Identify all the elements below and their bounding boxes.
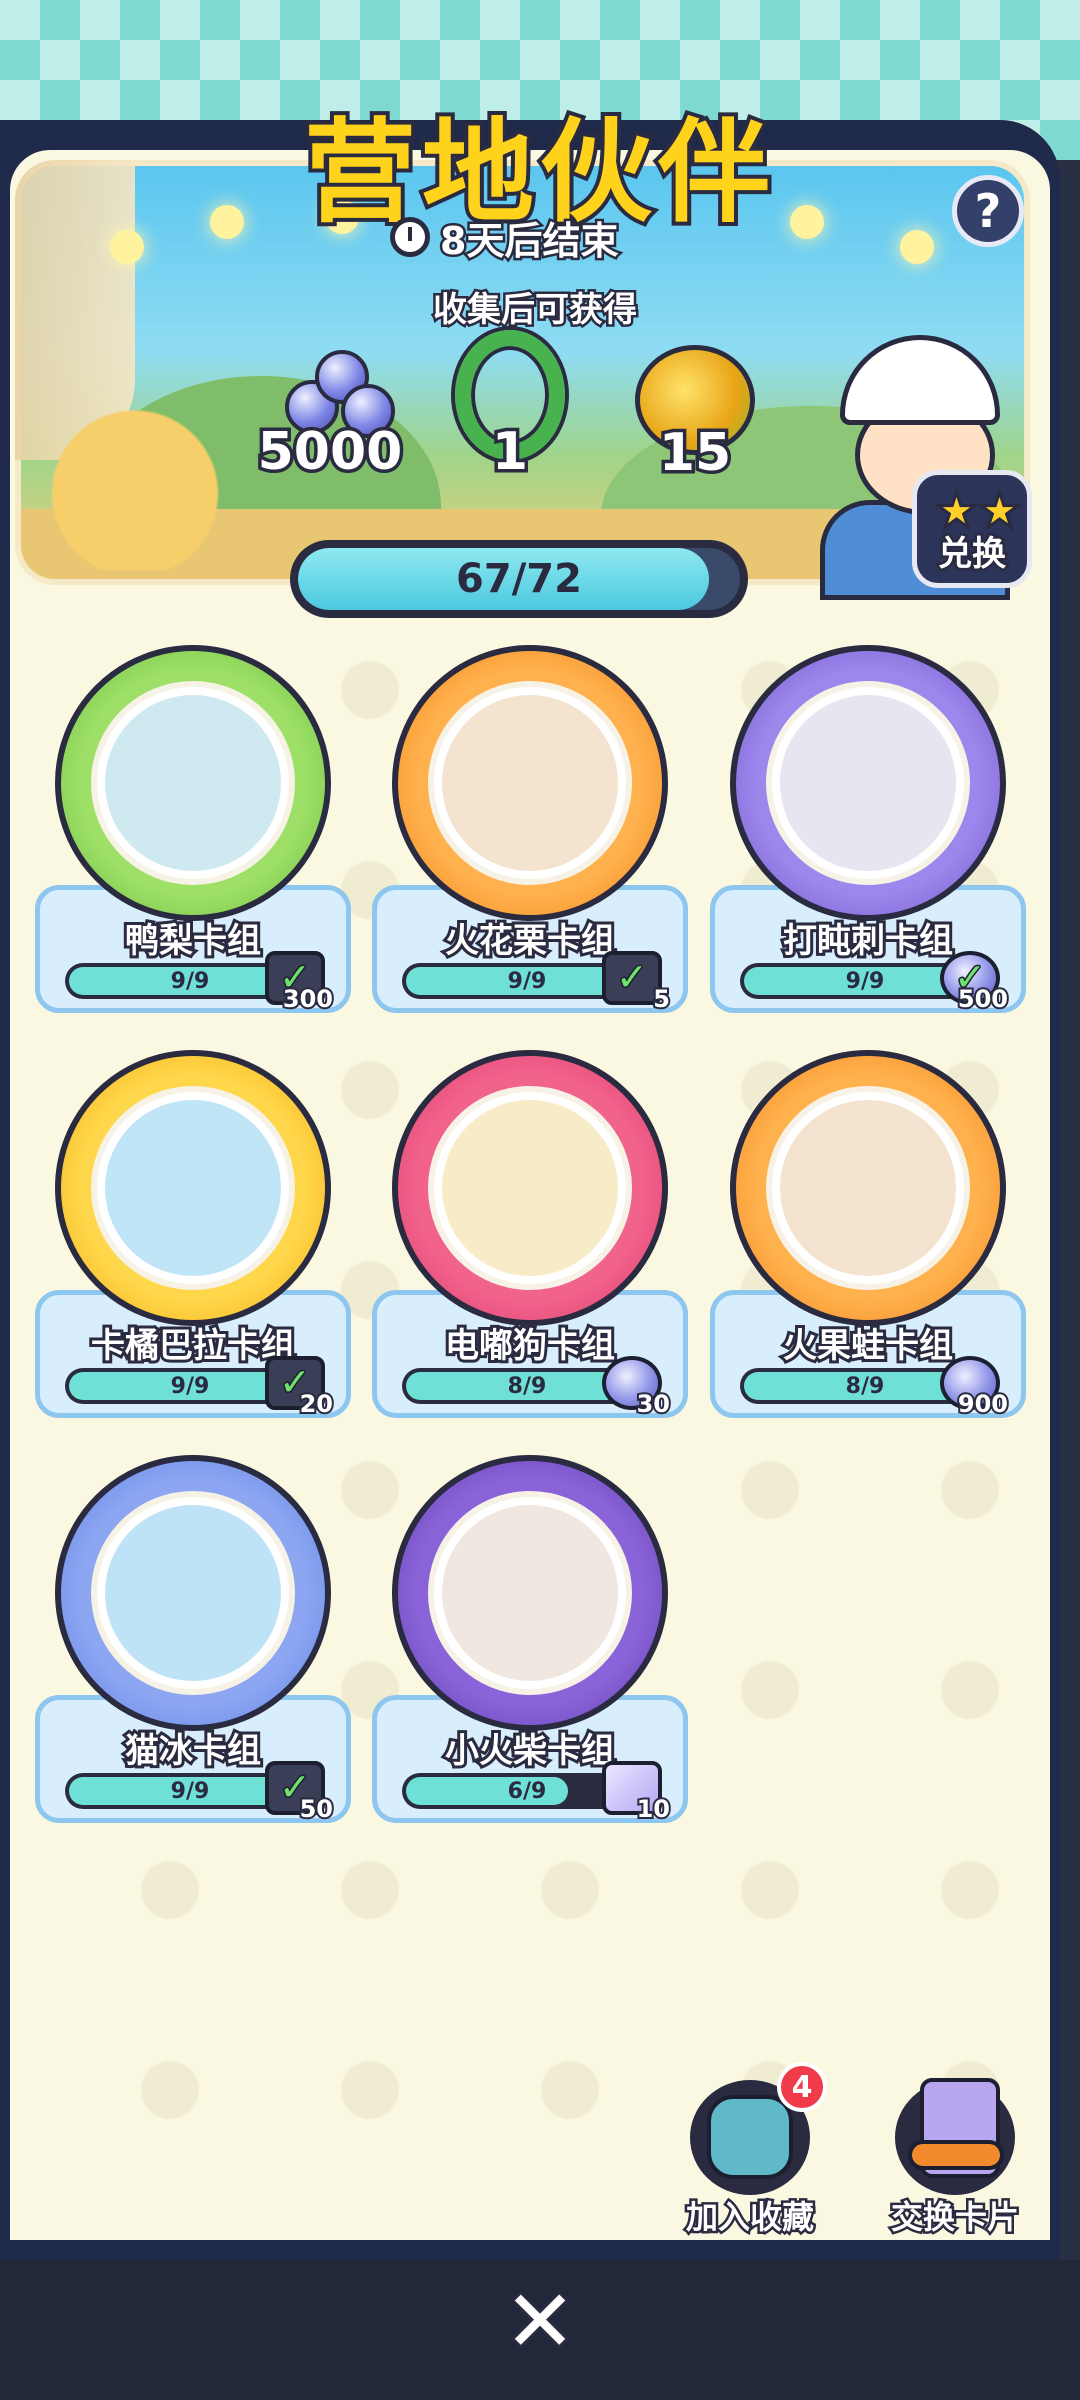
card-set-reward: ✓ 500	[932, 949, 1010, 1015]
card-set-emblem	[392, 1050, 668, 1326]
timer-text: 8天后结束	[437, 216, 620, 265]
trade-cards-label: 交换卡片	[888, 2196, 1021, 2239]
card-set[interactable]: 火果蛙卡组 8/9 900	[710, 1050, 1026, 1430]
add-to-collection-label: 加入收藏	[683, 2196, 816, 2239]
character-art	[780, 1100, 956, 1276]
reward-gems: 5000	[254, 350, 406, 490]
character-art	[105, 695, 281, 871]
help-button[interactable]: ?	[952, 175, 1024, 247]
hamster-mascot	[30, 400, 240, 570]
clock-icon	[390, 217, 430, 257]
collection-notification-badge: 4	[777, 2062, 827, 2112]
exchange-button[interactable]: ★★ 兑换	[912, 470, 1032, 588]
character-art	[442, 1100, 618, 1276]
card-set-reward: ✓ 300	[257, 949, 335, 1015]
card-set[interactable]: 火花栗卡组 9/9 ✓ 5	[372, 645, 688, 1025]
card-set[interactable]: 卡橘巴拉卡组 9/9 ✓ 20	[35, 1050, 351, 1430]
reward-fruit: 15	[625, 335, 765, 490]
card-set-emblem	[55, 1050, 331, 1326]
reward-frame-value: 1	[488, 419, 531, 486]
card-set-emblem	[55, 1455, 331, 1731]
event-timer: 8天后结束	[390, 212, 621, 265]
card-set-reward: 900	[932, 1354, 1010, 1420]
collection-progress-bar: 67/72	[290, 540, 748, 618]
card-set-reward: ✓ 50	[257, 1759, 335, 1825]
reward-fruit-value: 15	[655, 420, 734, 487]
close-button[interactable]: ✕	[500, 2276, 580, 2368]
character-art	[105, 1100, 281, 1276]
card-set-emblem	[55, 645, 331, 921]
card-set-emblem	[392, 1455, 668, 1731]
card-set-reward-amount: 5	[651, 983, 672, 1015]
reward-gems-value: 5000	[254, 419, 406, 486]
card-set-reward: 10	[594, 1759, 672, 1825]
card-set[interactable]: 打盹刺卡组 9/9 ✓ 500	[710, 645, 1026, 1025]
reward-frame: 1	[440, 330, 580, 490]
card-set-emblem	[392, 645, 668, 921]
card-set-reward: ✓ 5	[594, 949, 672, 1015]
card-set-reward-amount: 300	[281, 983, 335, 1015]
character-art	[442, 1505, 618, 1681]
card-set[interactable]: 猫冰卡组 9/9 ✓ 50	[35, 1455, 351, 1835]
check-icon: ✓	[615, 954, 650, 1001]
card-set[interactable]: 电嘟狗卡组 8/9 30	[372, 1050, 688, 1430]
character-art	[780, 695, 956, 871]
card-set-emblem	[730, 645, 1006, 921]
trade-cards-button[interactable]: 交换卡片	[860, 2070, 1050, 2240]
card-set[interactable]: 小火柴卡组 6/9 10	[372, 1455, 688, 1835]
collection-progress-text: 67/72	[456, 556, 582, 602]
character-art	[105, 1505, 281, 1681]
card-set-reward-amount: 30	[635, 1388, 672, 1420]
card-set-reward-amount: 50	[298, 1793, 335, 1825]
card-set-reward-amount: 10	[635, 1793, 672, 1825]
add-to-collection-button[interactable]: 4 加入收藏	[655, 2062, 845, 2240]
card-set-reward-amount: 20	[298, 1388, 335, 1420]
exchange-label: 兑换	[936, 532, 1009, 577]
card-set-reward: ✓ 20	[257, 1354, 335, 1420]
trade-cards-icon	[890, 2070, 1020, 2200]
character-art	[442, 695, 618, 871]
card-set-reward-amount: 900	[956, 1388, 1010, 1420]
card-set-emblem	[730, 1050, 1006, 1326]
card-set-reward-amount: 500	[956, 983, 1010, 1015]
card-set-reward: 30	[594, 1354, 672, 1420]
card-set[interactable]: 鸭梨卡组 9/9 ✓ 300	[35, 645, 351, 1025]
